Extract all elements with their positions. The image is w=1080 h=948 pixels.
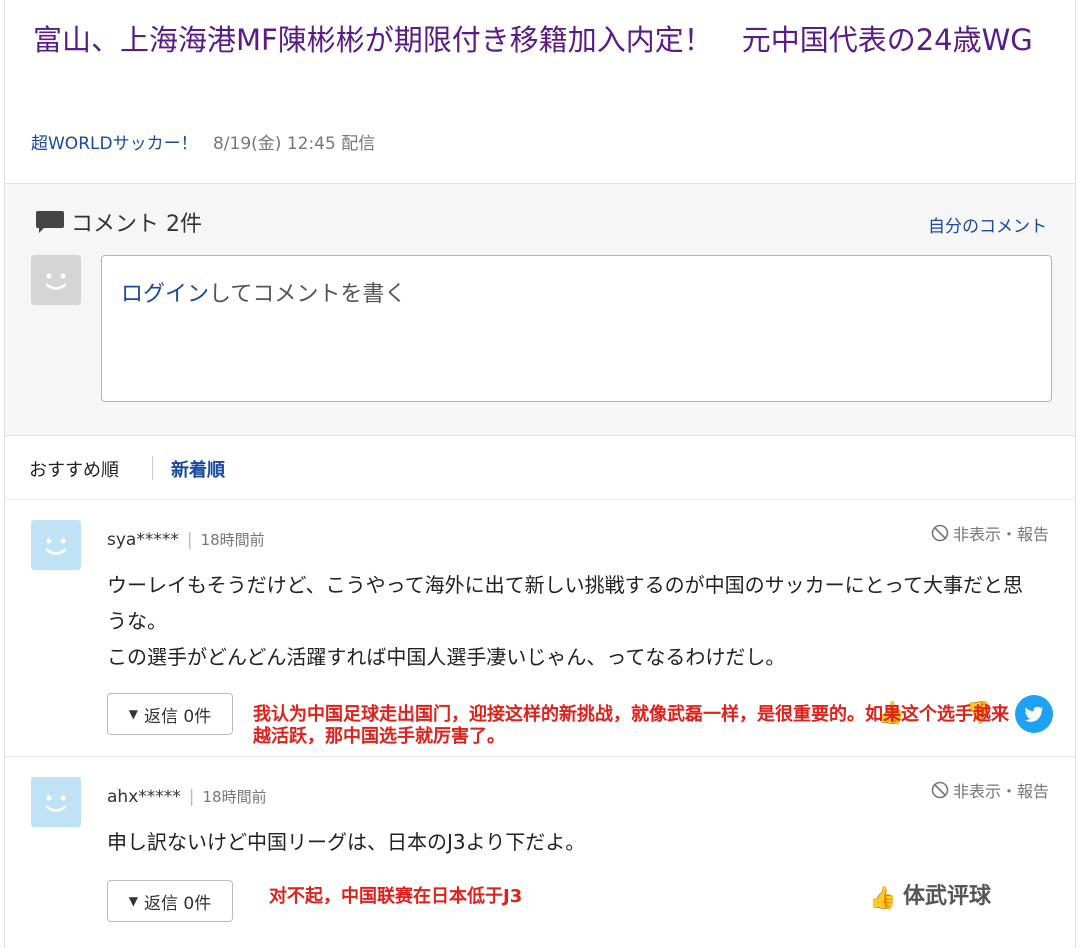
placeholder-text: してコメントを書く xyxy=(209,282,407,307)
source-link[interactable]: 超WORLDサッカー！ xyxy=(31,134,198,154)
comment-heading: コメント 2件 xyxy=(35,206,202,238)
avatar xyxy=(31,520,81,570)
comment-line: この選手がどんどん活躍すれば中国人選手凄いじゃん、ってなるわけだし。 xyxy=(107,645,786,669)
prohibit-icon xyxy=(931,781,949,799)
translation-annotation: 对不起，中国联赛在日本低于J3 xyxy=(269,886,523,907)
comment-input-placeholder[interactable]: ログインしてコメントを書く xyxy=(121,276,406,308)
reply-label: 返信 0件 xyxy=(144,706,212,727)
hide-report-button[interactable]: 非表示・報告 xyxy=(931,521,1049,545)
hide-report-button[interactable]: 非表示・報告 xyxy=(931,778,1049,802)
reply-button[interactable]: ▼ 返信 0件 xyxy=(107,880,233,922)
comment-time: 18時間前 xyxy=(200,531,265,549)
comment-item: sya***** | 18時間前 非表示・報告 ウーレイもそうだけど、こうやって海外… xyxy=(5,501,1075,757)
article-comments-page: 富山、上海海港MF陳彬彬が期限付き移籍加入内定！ 元中国代表の24歳WG 超WO… xyxy=(4,0,1076,948)
prohibit-icon xyxy=(931,524,949,542)
comment-line: 申し訳ないけど中国リーグは、日本のJ3より下だよ。 xyxy=(107,830,586,854)
article-title[interactable]: 富山、上海海港MF陳彬彬が期限付き移籍加入内定！ 元中国代表の24歳WG xyxy=(33,18,1043,62)
comment-item: ahx***** | 18時間前 非表示・報告 申し訳ないけど中国リーグは、日本のJ… xyxy=(5,758,1075,948)
comment-author-line: ahx***** | 18時間前 xyxy=(107,786,267,807)
avatar xyxy=(31,255,81,305)
tab-divider xyxy=(152,456,153,480)
comment-line: ウーレイもそうだけど、こうやって海外に出て新しい挑戦するのが中国のサッカーにとっ… xyxy=(107,573,1023,633)
my-comments-link[interactable]: 自分のコメント xyxy=(928,212,1047,237)
watermark-text: 体武评球 xyxy=(903,884,992,909)
comment-bubble-icon xyxy=(36,211,64,233)
translation-annotation: 我认为中国足球走出国门，迎接这样的新挑战，就像武磊一样，是很重要的。如果这个选手… xyxy=(253,704,1009,747)
comment-username[interactable]: ahx***** xyxy=(107,787,181,807)
comment-count: コメント 2件 xyxy=(71,212,202,237)
comment-author-line: sya***** | 18時間前 xyxy=(107,529,265,550)
meta-divider: | xyxy=(188,787,195,807)
article-meta: 超WORLDサッカー！ 8/19(金) 12:45 配信 xyxy=(31,129,375,154)
sort-tabs: おすすめ順 新着順 xyxy=(5,436,1075,500)
comment-username[interactable]: sya***** xyxy=(107,530,179,550)
comment-time: 18時間前 xyxy=(202,788,267,806)
reply-label: 返信 0件 xyxy=(144,893,212,914)
hide-report-label: 非表示・報告 xyxy=(952,782,1049,801)
meta-divider: | xyxy=(186,530,193,550)
article-header: 富山、上海海港MF陳彬彬が期限付き移籍加入内定！ 元中国代表の24歳WG 超WO… xyxy=(5,0,1075,184)
tab-newest[interactable]: 新着順 xyxy=(171,456,225,482)
comment-body: ウーレイもそうだけど、こうやって海外に出て新しい挑戦するのが中国のサッカーにとっ… xyxy=(107,567,1042,675)
caret-down-icon: ▼ xyxy=(128,707,138,721)
avatar xyxy=(31,777,81,827)
tab-recommended[interactable]: おすすめ順 xyxy=(29,456,119,482)
reply-button[interactable]: ▼ 返信 0件 xyxy=(107,693,233,735)
login-link[interactable]: ログイン xyxy=(121,282,209,307)
comment-compose-section: コメント 2件 自分のコメント ログインしてコメントを書く xyxy=(5,184,1075,436)
comment-body: 申し訳ないけど中国リーグは、日本のJ3より下だよ。 xyxy=(107,824,1042,860)
publish-datetime: 8/19(金) 12:45 配信 xyxy=(212,134,376,154)
thumbs-up-icon[interactable]: 👍 xyxy=(869,886,896,911)
hide-report-label: 非表示・報告 xyxy=(952,525,1049,544)
caret-down-icon: ▼ xyxy=(128,894,138,908)
twitter-share-icon[interactable] xyxy=(1015,695,1053,733)
